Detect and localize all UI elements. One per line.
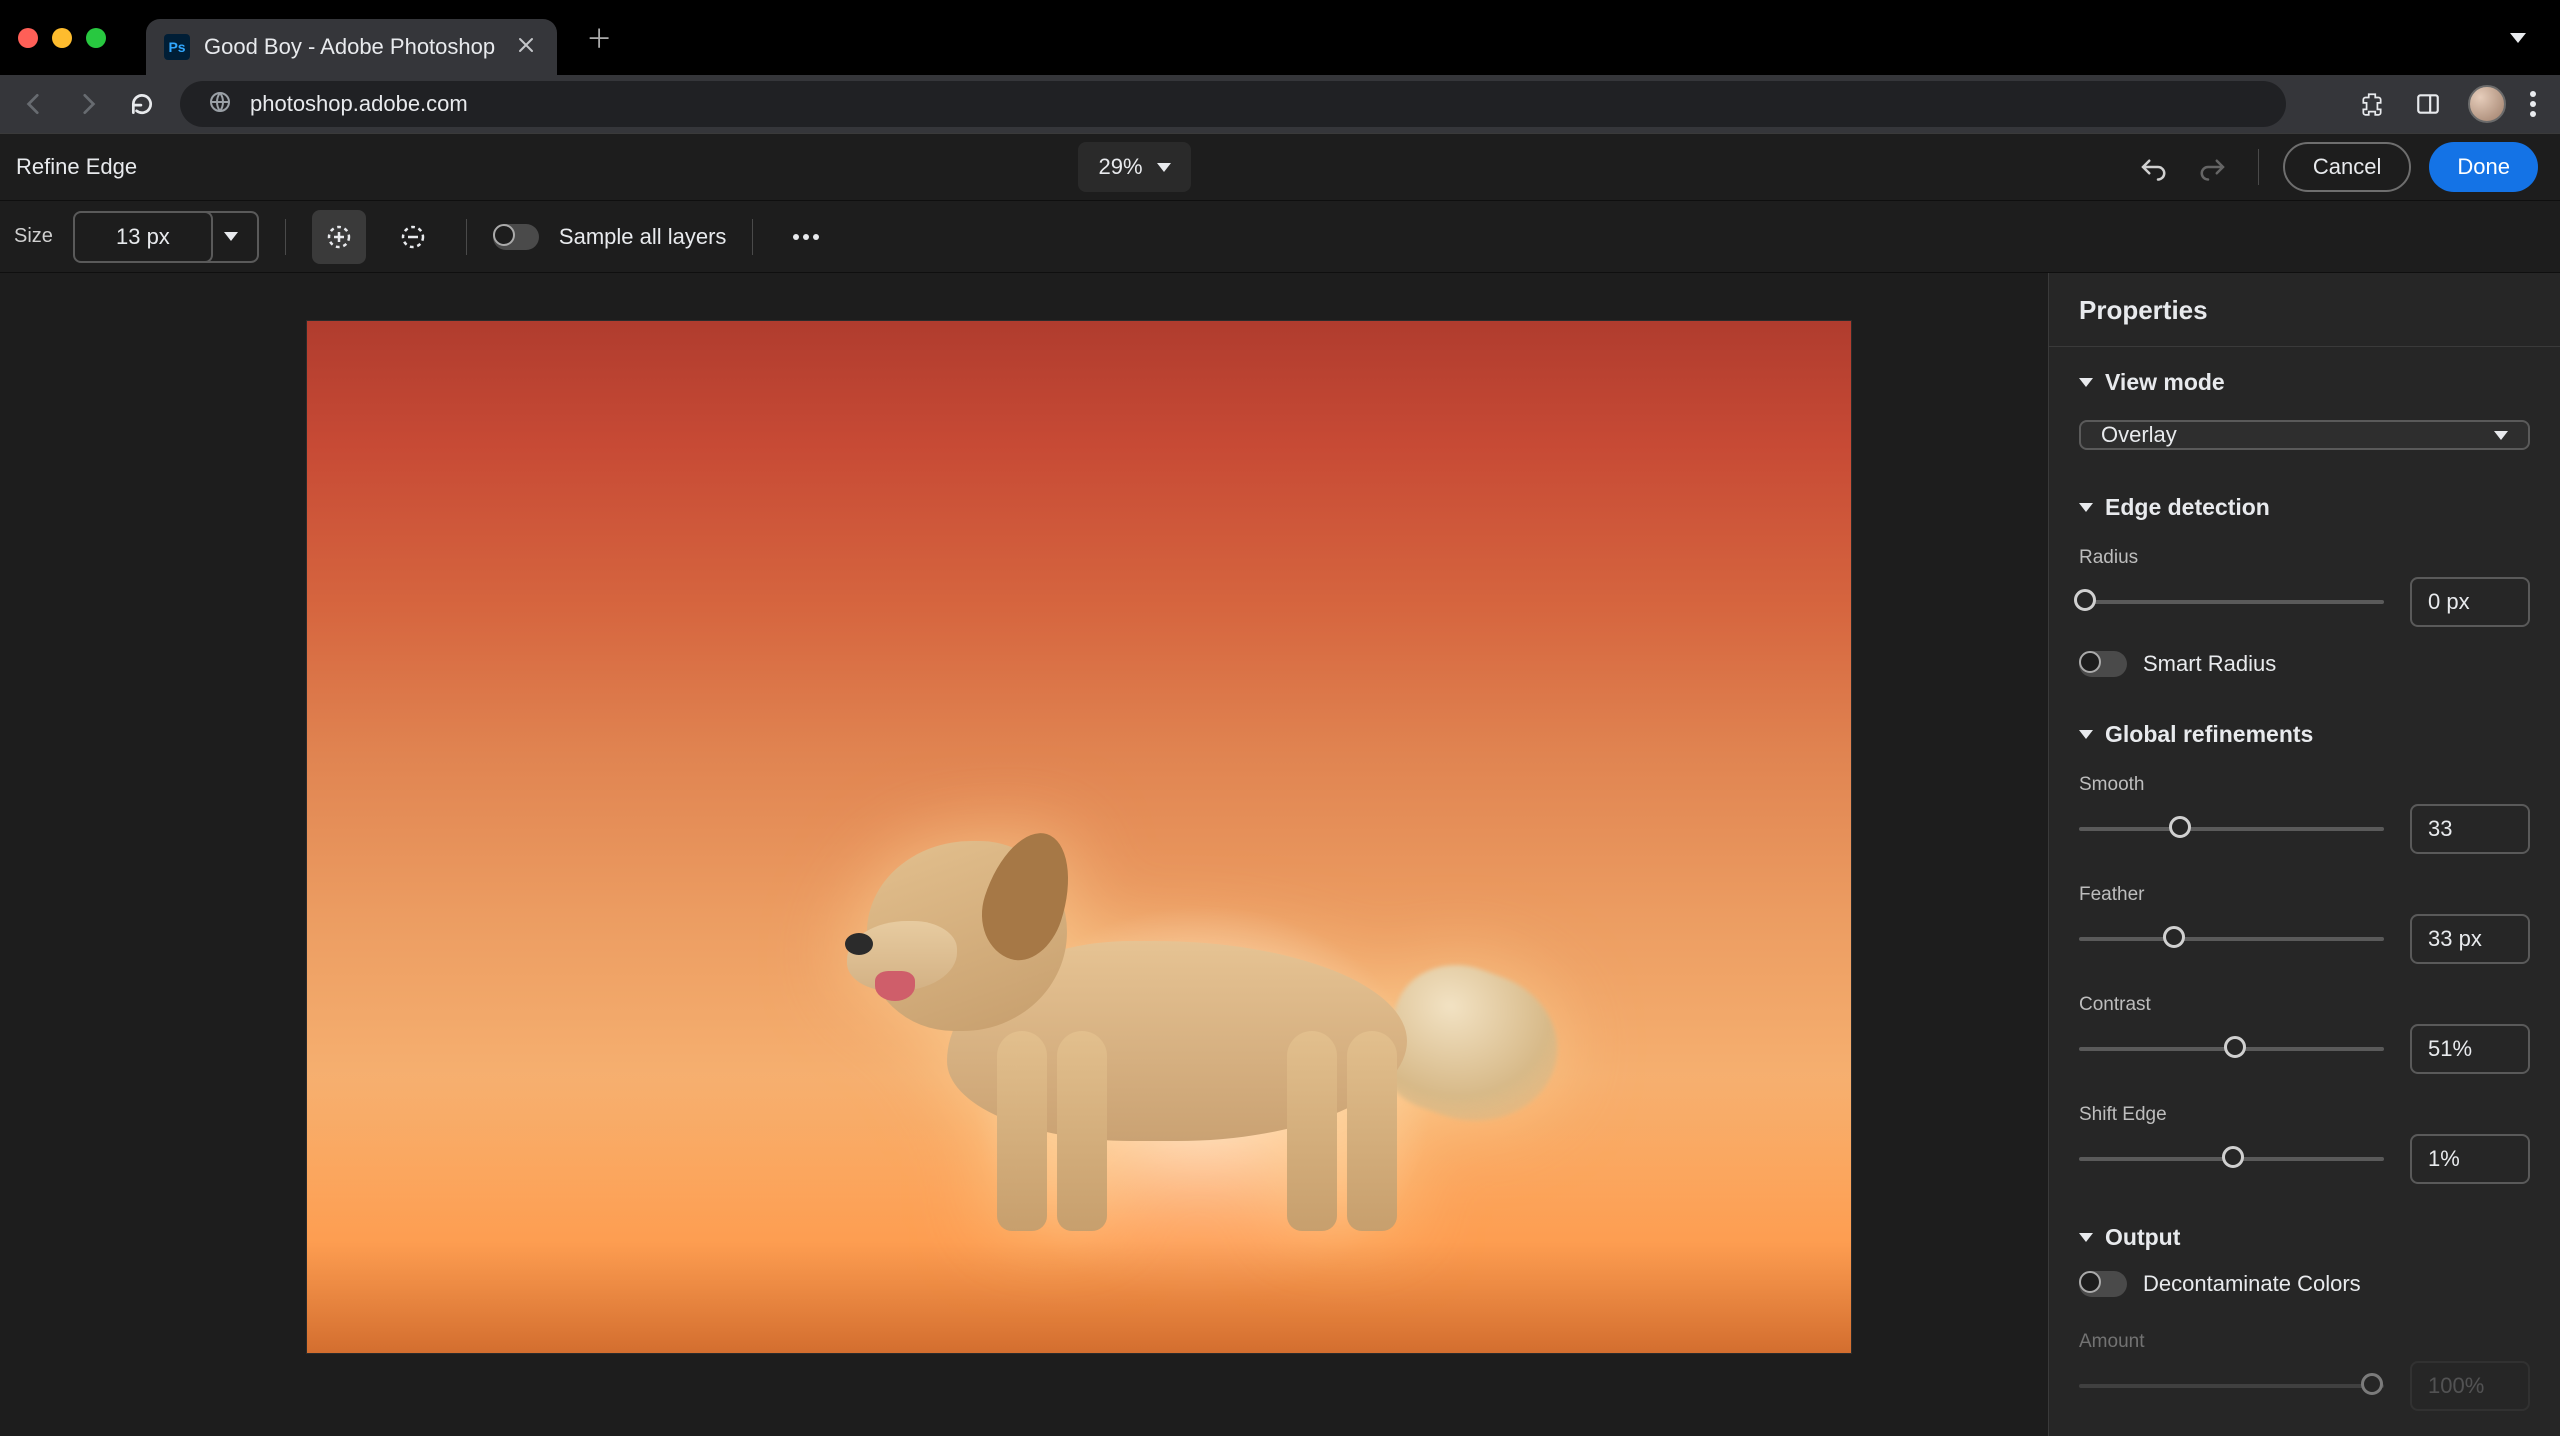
canvas-image <box>306 320 1852 1354</box>
properties-title: Properties <box>2049 273 2560 347</box>
smooth-input[interactable]: 33 <box>2410 804 2530 854</box>
chevron-down-icon <box>1157 163 1171 172</box>
shift-edge-label: Shift Edge <box>2049 1092 2560 1132</box>
chevron-down-icon <box>2079 378 2093 387</box>
radius-input[interactable]: 0 px <box>2410 577 2530 627</box>
smooth-label: Smooth <box>2049 762 2560 802</box>
feather-input[interactable]: 33 px <box>2410 914 2530 964</box>
chevron-down-icon <box>2079 1233 2093 1242</box>
chevron-down-icon <box>224 232 238 241</box>
decontaminate-colors-label: Decontaminate Colors <box>2143 1271 2361 1297</box>
divider <box>285 219 286 255</box>
canvas[interactable] <box>0 273 2048 1436</box>
feather-slider[interactable] <box>2079 937 2384 941</box>
sample-all-layers-toggle[interactable] <box>493 224 539 250</box>
undo-button[interactable] <box>2132 146 2174 188</box>
radius-slider[interactable] <box>2079 600 2384 604</box>
smart-radius-label: Smart Radius <box>2143 651 2276 677</box>
shift-edge-input[interactable]: 1% <box>2410 1134 2530 1184</box>
chevron-down-icon <box>2079 730 2093 739</box>
amount-label: Amount <box>2049 1319 2560 1359</box>
cancel-button[interactable]: Cancel <box>2283 142 2411 192</box>
contrast-label: Contrast <box>2049 982 2560 1022</box>
view-mode-dropdown[interactable]: Overlay <box>2079 420 2530 450</box>
section-label: Global refinements <box>2105 721 2313 748</box>
feather-label: Feather <box>2049 872 2560 912</box>
close-tab-icon[interactable] <box>517 36 535 59</box>
radius-label: Radius <box>2049 535 2560 575</box>
section-label: View mode <box>2105 369 2225 396</box>
chevron-down-icon <box>2079 503 2093 512</box>
divider <box>2258 149 2259 185</box>
mode-label: Refine Edge <box>16 154 137 180</box>
shift-edge-slider[interactable] <box>2079 1157 2384 1161</box>
new-tab-button[interactable]: ＋ <box>579 18 619 58</box>
tabs-chevron-icon[interactable] <box>2510 33 2526 43</box>
reload-icon[interactable] <box>126 88 158 120</box>
window-minimize-icon[interactable] <box>52 28 72 48</box>
site-info-icon[interactable] <box>208 90 232 119</box>
zoom-value: 29% <box>1098 154 1142 180</box>
favicon-icon: Ps <box>164 34 190 60</box>
dog-illustration <box>867 771 1507 1241</box>
properties-panel: Properties View mode Overlay Edge detect… <box>2048 273 2560 1436</box>
divider <box>466 219 467 255</box>
url-text: photoshop.adobe.com <box>250 91 468 117</box>
brush-add-button[interactable] <box>312 210 366 264</box>
size-dropdown[interactable] <box>205 211 259 263</box>
sample-all-layers-label: Sample all layers <box>559 224 727 250</box>
section-edge-detection[interactable]: Edge detection <box>2049 472 2560 535</box>
divider <box>752 219 753 255</box>
brush-subtract-button[interactable] <box>386 210 440 264</box>
window-zoom-icon[interactable] <box>86 28 106 48</box>
side-panel-icon[interactable] <box>2412 88 2444 120</box>
back-icon[interactable] <box>18 88 50 120</box>
size-input[interactable]: 13 px <box>73 211 213 263</box>
output-as-label: Output as <box>2049 1429 2560 1436</box>
size-label: Size <box>14 225 53 248</box>
view-mode-value: Overlay <box>2101 422 2177 448</box>
section-global-refinements[interactable]: Global refinements <box>2049 699 2560 762</box>
browser-menu-icon[interactable] <box>2530 91 2536 117</box>
redo-button[interactable] <box>2192 146 2234 188</box>
amount-input: 100% <box>2410 1361 2530 1411</box>
contrast-slider[interactable] <box>2079 1047 2384 1051</box>
section-label: Output <box>2105 1224 2180 1251</box>
smart-radius-toggle[interactable] <box>2079 651 2127 677</box>
browser-tab[interactable]: Ps Good Boy - Adobe Photoshop <box>146 19 557 75</box>
section-output[interactable]: Output <box>2049 1202 2560 1265</box>
smooth-slider[interactable] <box>2079 827 2384 831</box>
profile-avatar[interactable] <box>2468 85 2506 123</box>
window-close-icon[interactable] <box>18 28 38 48</box>
section-label: Edge detection <box>2105 494 2270 521</box>
forward-icon[interactable] <box>72 88 104 120</box>
chevron-down-icon <box>2494 431 2508 440</box>
zoom-dropdown[interactable]: 29% <box>1078 142 1190 192</box>
contrast-input[interactable]: 51% <box>2410 1024 2530 1074</box>
done-button[interactable]: Done <box>2429 142 2538 192</box>
decontaminate-colors-toggle[interactable] <box>2079 1271 2127 1297</box>
more-options-button[interactable] <box>779 210 833 264</box>
extensions-icon[interactable] <box>2356 88 2388 120</box>
tab-title: Good Boy - Adobe Photoshop <box>204 34 495 60</box>
amount-slider <box>2079 1384 2384 1388</box>
section-view-mode[interactable]: View mode <box>2049 347 2560 410</box>
address-bar[interactable]: photoshop.adobe.com <box>180 81 2286 127</box>
